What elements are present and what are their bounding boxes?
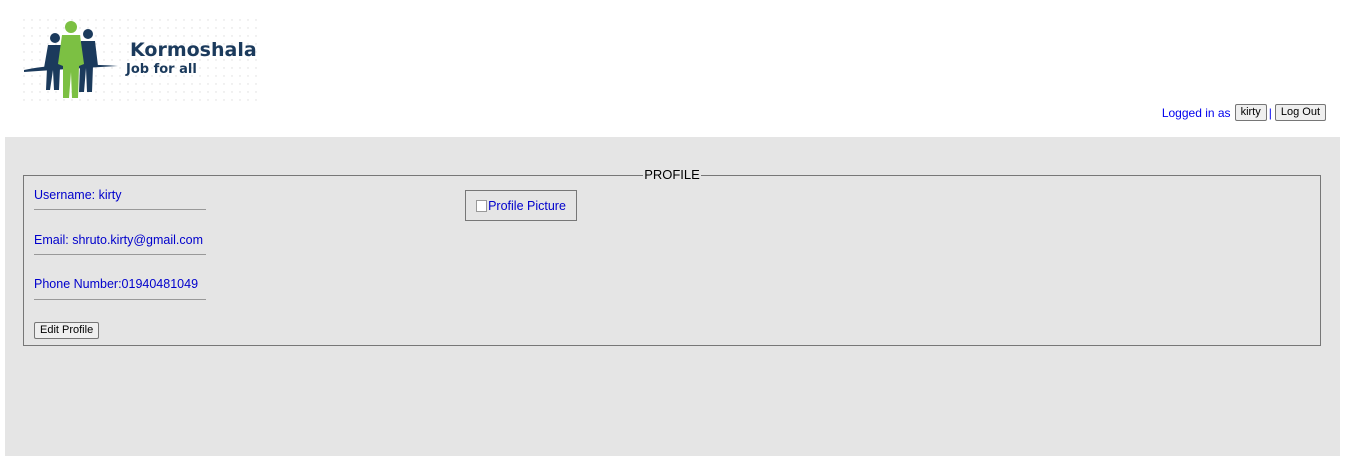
kormoshala-logo[interactable]: Kormoshala Job for all: [22, 18, 258, 102]
logo-title: Kormoshala: [130, 39, 257, 61]
profile-legend-text: PROFILE: [643, 167, 701, 182]
profile-picture-alt: Profile Picture: [488, 198, 566, 213]
login-status-bar: Logged in as kirty | Log Out: [1162, 104, 1326, 121]
profile-legend: PROFILE: [24, 167, 1320, 183]
username-field: Username: kirty: [34, 188, 122, 202]
broken-image-icon: [476, 199, 488, 212]
page-header: Kormoshala Job for all Logged in as kirt…: [0, 0, 1345, 137]
profile-picture: Profile Picture: [465, 190, 577, 221]
phone-field: Phone Number:01940481049: [34, 277, 199, 291]
email-field: Email: shruto.kirty@gmail.com: [34, 233, 203, 247]
logout-button[interactable]: Log Out: [1274, 104, 1326, 121]
divider: [34, 209, 206, 210]
edit-profile-button[interactable]: Edit Profile: [34, 322, 100, 339]
logo-tagline: Job for all: [126, 62, 197, 77]
divider: [34, 299, 206, 300]
main-content: PROFILE Username: kirty Email: shruto.ki…: [5, 137, 1340, 456]
username-button[interactable]: kirty: [1234, 104, 1267, 121]
divider: [34, 254, 206, 255]
profile-fieldset: PROFILE Username: kirty Email: shruto.ki…: [23, 167, 1321, 346]
logged-in-label: Logged in as: [1161, 105, 1231, 120]
separator: |: [1268, 105, 1272, 120]
